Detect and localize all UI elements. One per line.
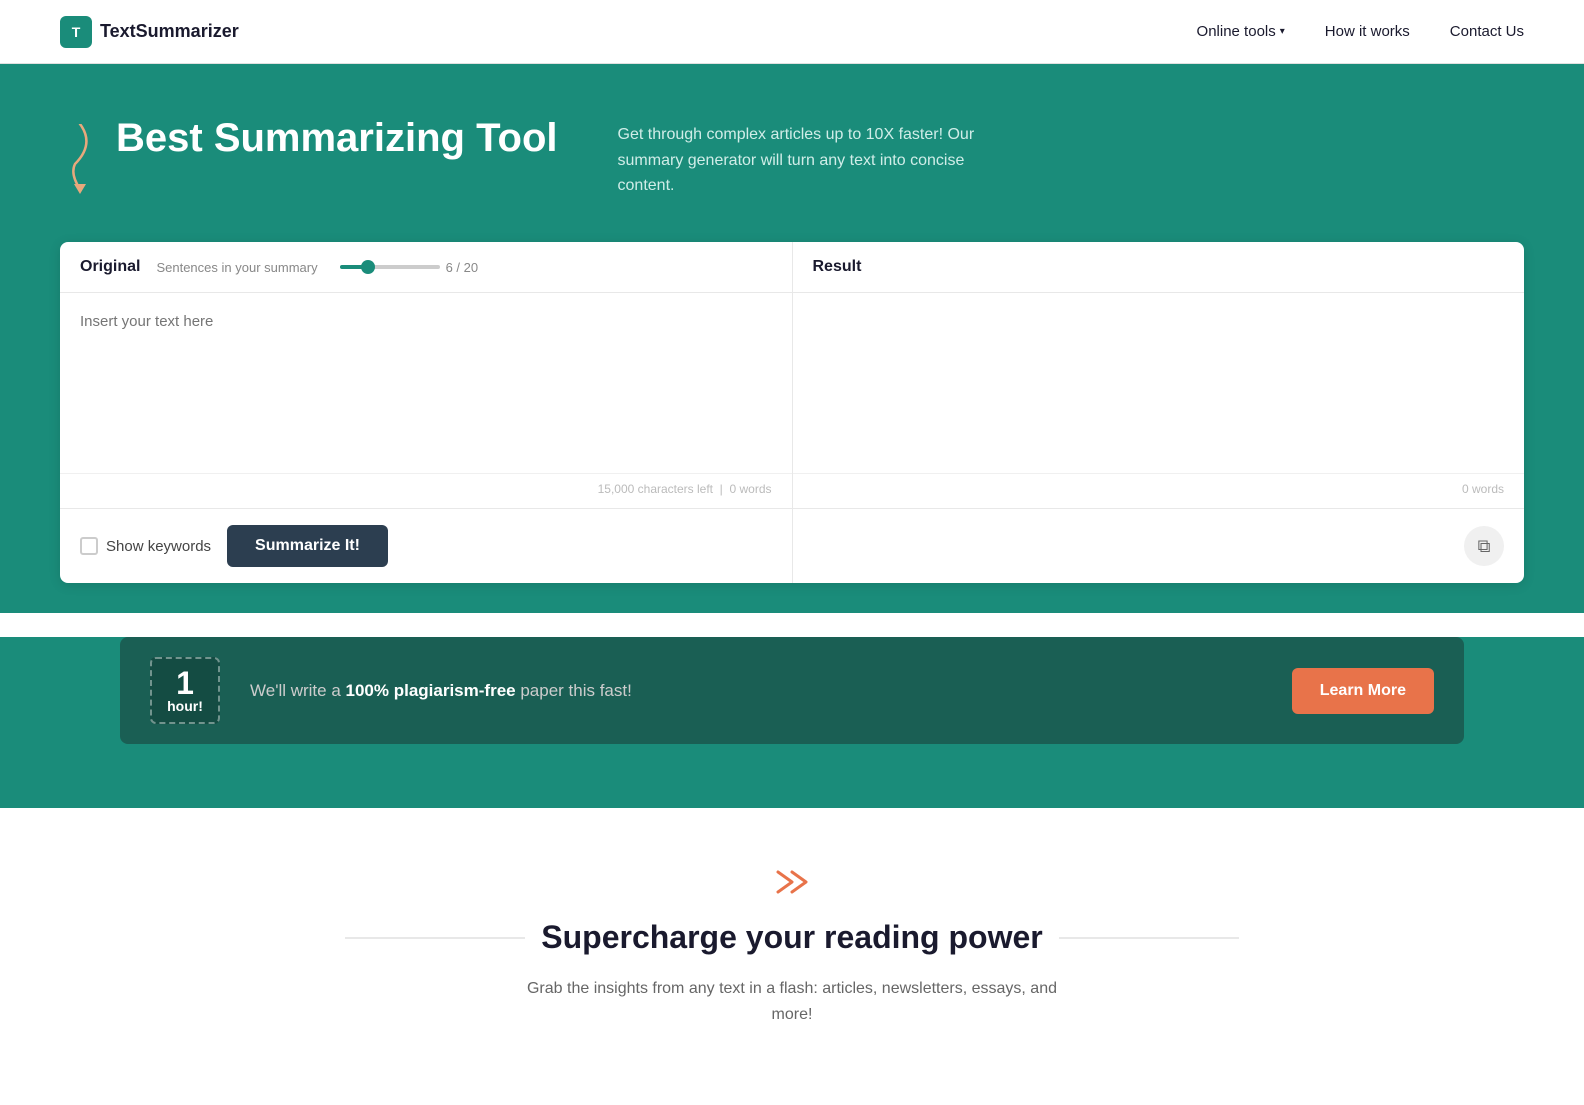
ad-banner: 1 hour! We'll write a 100% plagiarism-fr… [120,637,1464,744]
result-label: Result [813,258,862,276]
nav-links: Online tools ▾ How it works Contact Us [1197,23,1524,40]
result-area [793,293,1525,473]
result-pane-header: Result [793,242,1525,292]
section-title: Supercharge your reading power [20,919,1564,956]
logo-icon: T [60,16,92,48]
nav-contact-us[interactable]: Contact Us [1450,23,1524,40]
hour-icon: 1 hour! [150,657,220,724]
copy-icon: ⧉ [1478,536,1491,557]
original-label: Original [80,258,140,276]
hero-section: Best Summarizing Tool Get through comple… [0,64,1584,242]
hero-left: Best Summarizing Tool [60,114,558,202]
result-word-count: 0 words [793,473,1525,508]
learn-more-button[interactable]: Learn More [1292,668,1434,714]
slider-rail[interactable] [340,265,440,269]
slider-thumb[interactable] [361,260,375,274]
title-line-right [1059,937,1239,939]
tool-card: Original Sentences in your summary 6 / 2… [60,242,1524,583]
logo-text: TextSummarizer [100,21,239,42]
text-input[interactable] [60,293,792,473]
show-keywords-text: Show keywords [106,538,211,555]
tool-body: 15,000 characters left | 0 words 0 words [60,293,1524,508]
tool-footer: Show keywords Summarize It! ⧉ [60,508,1524,583]
char-count: 15,000 characters left | 0 words [60,473,792,508]
sentences-label: Sentences in your summary [156,260,317,275]
title-line-left [345,937,525,939]
chevron-down-icon: ▾ [1280,26,1285,37]
navigation: T TextSummarizer Online tools ▾ How it w… [0,0,1584,64]
hero-description: Get through complex articles up to 10X f… [618,114,998,199]
chevron-double-icon [20,868,1564,903]
show-keywords-label[interactable]: Show keywords [80,537,211,555]
hero-title: Best Summarizing Tool [116,114,558,162]
tool-footer-right: ⧉ [793,509,1525,583]
nav-online-tools[interactable]: Online tools ▾ [1197,23,1285,40]
slider-track: 6 / 20 [340,260,479,275]
tool-footer-left: Show keywords Summarize It! [60,509,793,583]
logo-link[interactable]: T TextSummarizer [60,16,239,48]
lower-section: Supercharge your reading power Grab the … [0,808,1584,1067]
nav-how-it-works[interactable]: How it works [1325,23,1410,40]
result-pane: 0 words [793,293,1525,508]
input-pane: 15,000 characters left | 0 words [60,293,793,508]
section-description: Grab the insights from any text in a fla… [522,976,1062,1027]
tool-header: Original Sentences in your summary 6 / 2… [60,242,1524,293]
copy-button[interactable]: ⧉ [1464,526,1504,566]
original-pane-header: Original Sentences in your summary 6 / 2… [60,242,793,292]
show-keywords-checkbox[interactable] [80,537,98,555]
ad-text: We'll write a 100% plagiarism-free paper… [250,681,1262,701]
slider-value: 6 / 20 [446,260,479,275]
arrow-icon [60,124,100,202]
summarize-button[interactable]: Summarize It! [227,525,388,567]
